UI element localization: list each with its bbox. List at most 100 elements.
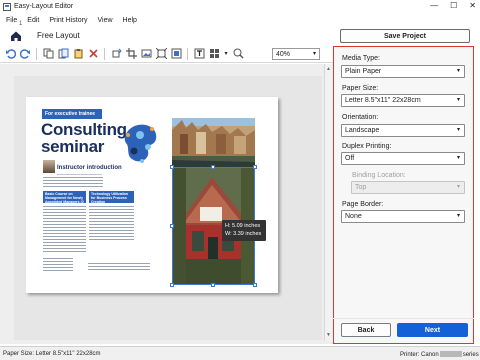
undo-icon[interactable]	[4, 48, 16, 60]
menu-print-history[interactable]: Print History	[49, 17, 87, 24]
resize-handle[interactable]	[170, 283, 174, 287]
resize-handle[interactable]	[253, 283, 257, 287]
menu-edit[interactable]: Edit	[27, 17, 39, 24]
next-button[interactable]: Next	[397, 323, 468, 337]
editing-toolbar: ▾ 40% ▾	[0, 45, 336, 63]
zoom-in-icon[interactable]	[232, 48, 244, 60]
resize-handle[interactable]	[253, 165, 257, 169]
page-number: 1	[19, 21, 23, 27]
media-type-select[interactable]: Plain Paper ▾	[341, 65, 465, 78]
paper-size-label: Paper Size:	[342, 85, 379, 92]
rotate-icon[interactable]	[110, 48, 122, 60]
menu-help[interactable]: Help	[123, 17, 137, 24]
chevron-down-icon: ▾	[456, 213, 460, 219]
brochure-body-text	[43, 206, 86, 254]
brochure-title-line1: Consulting	[41, 120, 127, 139]
duplex-printing-label: Duplex Printing:	[342, 143, 392, 150]
save-project-button[interactable]: Save Project	[340, 29, 470, 43]
chevron-down-icon: ▾	[456, 184, 460, 190]
duplex-printing-value: Off	[345, 155, 355, 162]
maximize-icon[interactable]: ☐	[450, 2, 457, 10]
copy-icon[interactable]	[42, 48, 54, 60]
window-controls: — ☐ ✕	[430, 2, 476, 10]
media-type-label: Media Type:	[342, 55, 381, 62]
layout-mode-label: Free Layout	[37, 31, 80, 40]
brochure-decoration	[124, 124, 157, 163]
title-bar: Easy-Layout Editor — ☐ ✕	[0, 0, 480, 13]
image-icon[interactable]	[140, 48, 152, 60]
zoom-value: 40%	[276, 50, 291, 58]
binding-location-label: Binding Location:	[352, 172, 406, 179]
paper-size-value: Letter 8.5"x11" 22x28cm	[345, 97, 421, 104]
toolbar-separator	[36, 47, 37, 60]
page-border-value: None	[345, 213, 362, 220]
binding-location-value: Top	[355, 184, 367, 191]
resize-handle[interactable]	[170, 165, 174, 169]
delete-icon[interactable]	[87, 48, 99, 60]
dimension-tooltip: H: 5.09 inches W: 3.39 inches	[222, 220, 266, 241]
duplex-printing-select[interactable]: Off ▾	[341, 152, 465, 165]
binding-location-select: Top ▾	[351, 181, 465, 194]
status-bar: Paper Size: Letter 8.5"x11" 22x28cm Prin…	[0, 346, 480, 360]
text-box-icon[interactable]	[193, 48, 205, 60]
orientation-value: Landscape	[345, 127, 380, 134]
brochure-course-box: Basic Course on Management for Newly App…	[43, 191, 86, 208]
redacted-printer-model	[439, 351, 462, 357]
resize-handle[interactable]	[170, 224, 174, 228]
duplicate-icon[interactable]	[57, 48, 69, 60]
menu-file[interactable]: File	[6, 17, 17, 24]
height-readout: H: 5.09 inches	[225, 223, 261, 229]
minimize-icon[interactable]: —	[430, 2, 438, 10]
chevron-down-icon: ▾	[456, 97, 460, 103]
width-readout: W: 3.39 inches	[225, 231, 262, 237]
orientation-select[interactable]: Landscape ▾	[341, 124, 465, 137]
chevron-down-icon: ▾	[456, 68, 460, 74]
toolbar-separator	[104, 47, 105, 60]
town-photo[interactable]	[172, 118, 255, 167]
scroll-up-icon[interactable]: ▲	[326, 66, 331, 72]
back-button[interactable]: Back	[341, 323, 391, 337]
layout-grid-icon[interactable]	[208, 48, 220, 60]
chevron-down-icon[interactable]: ▾	[223, 48, 229, 60]
align-icon[interactable]	[170, 48, 182, 60]
brochure-banner: For executive trainee	[42, 109, 102, 119]
window-title: Easy-Layout Editor	[14, 3, 74, 10]
resize-handle[interactable]	[211, 165, 215, 169]
brochure-title-line2: seminar	[41, 137, 105, 156]
brochure-body-text	[43, 177, 103, 189]
chevron-down-icon: ▾	[456, 155, 460, 161]
brochure-rule	[57, 174, 102, 175]
page-border-select[interactable]: None ▾	[341, 210, 465, 223]
paste-icon[interactable]	[72, 48, 84, 60]
fit-icon[interactable]	[155, 48, 167, 60]
printer-suffix: series	[462, 352, 479, 358]
close-icon[interactable]: ✕	[469, 2, 476, 10]
chevron-down-icon: ▾	[456, 127, 460, 133]
brochure-logos	[88, 263, 150, 270]
zoom-select[interactable]: 40% ▾	[272, 48, 320, 60]
print-settings-panel: Media Type: Plain Paper ▾ Paper Size: Le…	[333, 46, 474, 344]
redo-icon[interactable]	[19, 48, 31, 60]
vertical-scrollbar[interactable]: ▲ ▼	[324, 64, 333, 341]
menu-view[interactable]: View	[97, 17, 112, 24]
orientation-label: Orientation:	[342, 114, 379, 121]
status-printer: Printer: Canon series	[400, 351, 479, 358]
status-paper-size: Paper Size: Letter 8.5"x11" 22x28cm	[3, 351, 101, 357]
home-icon[interactable]	[8, 28, 24, 44]
panel-divider	[333, 318, 474, 319]
page-border-label: Page Border:	[342, 201, 384, 208]
media-type-value: Plain Paper	[345, 68, 382, 75]
crop-icon[interactable]	[125, 48, 137, 60]
chevron-down-icon: ▾	[312, 51, 316, 57]
app-icon	[3, 2, 11, 11]
brochure-footer-text	[43, 258, 73, 272]
resize-handle[interactable]	[211, 283, 215, 287]
brochure-body-text	[89, 206, 134, 240]
brochure-tech-box: Technology Utilization for Business Proc…	[89, 191, 134, 204]
paper-size-select[interactable]: Letter 8.5"x11" 22x28cm ▾	[341, 94, 465, 107]
printer-prefix: Printer: Canon	[400, 352, 439, 358]
instructor-photo	[43, 160, 55, 173]
scroll-down-icon[interactable]: ▼	[326, 332, 331, 338]
toolbar-separator	[187, 47, 188, 60]
brochure-subtitle: Instructor introduction	[57, 165, 122, 171]
